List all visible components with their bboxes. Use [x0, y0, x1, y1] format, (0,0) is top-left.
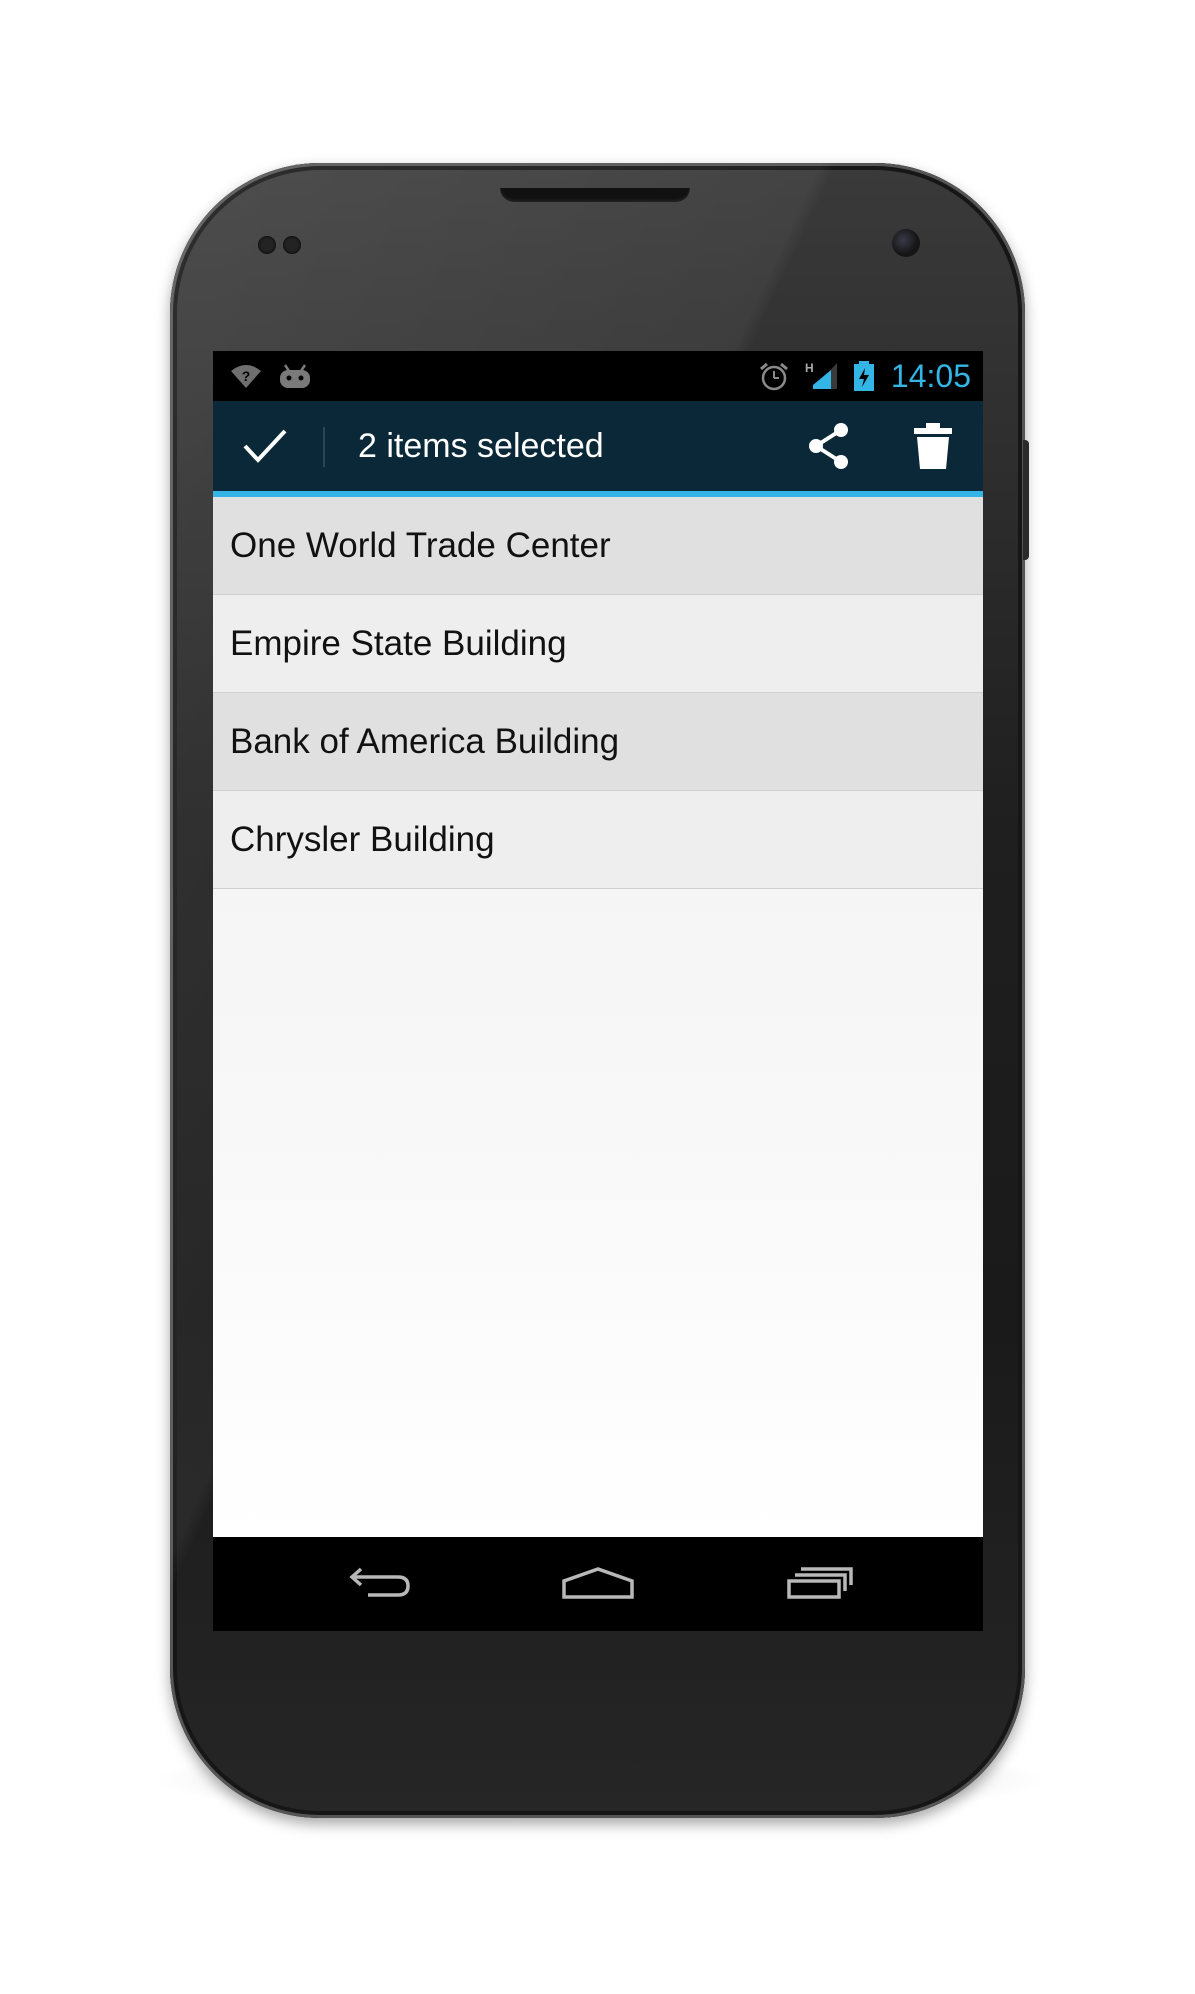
front-camera: [892, 229, 920, 257]
status-time: 14:05: [890, 358, 971, 394]
power-button: [1023, 440, 1029, 560]
list-item[interactable]: Chrysler Building: [213, 791, 983, 889]
share-button[interactable]: [783, 401, 873, 491]
building-list: One World Trade Center Empire State Buil…: [213, 497, 983, 1537]
selection-count-title: 2 items selected: [358, 427, 604, 465]
recent-apps-icon: [787, 1567, 853, 1599]
list-item-label: Empire State Building: [230, 624, 567, 663]
svg-text:?: ?: [242, 368, 251, 384]
delete-button[interactable]: [883, 401, 983, 491]
light-sensor: [283, 236, 301, 254]
list-item[interactable]: Empire State Building: [213, 595, 983, 693]
page: ? H 14:05 2 items selected One World Tra…: [0, 0, 1195, 1994]
action-bar-divider: [323, 427, 325, 467]
network-type-label: H: [805, 361, 814, 375]
list-item-label: One World Trade Center: [230, 526, 611, 565]
back-icon: [349, 1567, 410, 1597]
screen: ? H 14:05 2 items selected One World Tra…: [213, 351, 983, 1631]
wifi-question-icon: ?: [229, 361, 263, 391]
share-icon: [809, 423, 848, 469]
list-item[interactable]: One World Trade Center: [213, 497, 983, 595]
home-icon: [562, 1567, 634, 1599]
back-button[interactable]: [314, 1537, 434, 1631]
contextual-action-bar: 2 items selected: [213, 401, 983, 491]
list-item[interactable]: Bank of America Building: [213, 693, 983, 791]
recent-apps-button[interactable]: [761, 1537, 881, 1631]
list-item-label: Chrysler Building: [230, 820, 495, 859]
earpiece-speaker: [500, 188, 690, 202]
battery-charging-icon: [853, 361, 875, 391]
alarm-icon: [757, 361, 791, 391]
check-icon: [243, 429, 287, 463]
status-bar: ? H 14:05: [213, 351, 983, 401]
home-button[interactable]: [538, 1537, 658, 1631]
trash-icon: [914, 423, 952, 469]
navigation-bar: [213, 1537, 983, 1631]
signal-icon: H: [805, 361, 839, 391]
proximity-sensor: [258, 236, 276, 254]
android-debug-icon: [277, 361, 313, 391]
list-item-label: Bank of America Building: [230, 722, 620, 761]
done-button[interactable]: [213, 401, 323, 491]
